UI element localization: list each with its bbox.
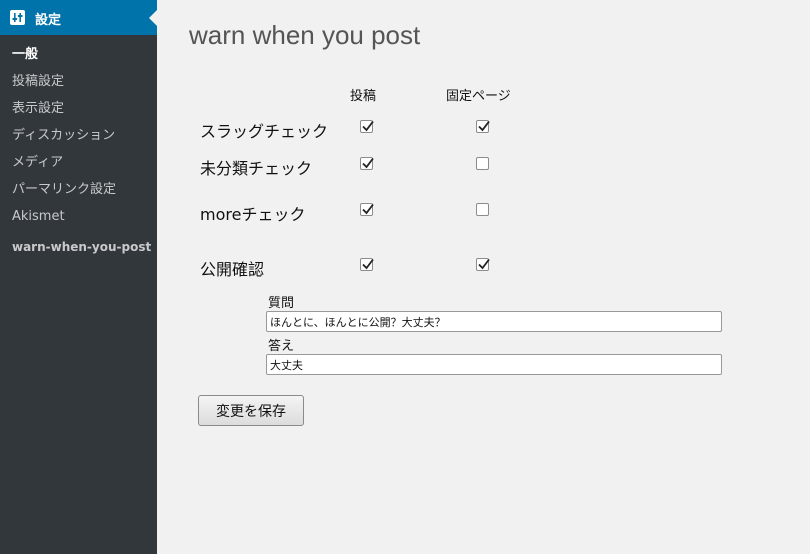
check-icon — [362, 120, 374, 132]
column-header-page: 固定ページ — [446, 89, 511, 104]
check-icon — [362, 203, 374, 215]
settings-submenu: 一般 投稿設定 表示設定 ディスカッション メディア パーマリンク設定 Akis… — [0, 44, 157, 233]
page-title: warn when you post — [189, 20, 421, 50]
question-label: 質問 — [268, 296, 295, 311]
submenu-item-warn-when-you-post[interactable]: warn-when-you-post — [12, 240, 151, 254]
row-label-uncategorized-check: 未分類チェック — [200, 159, 313, 178]
column-header-post: 投稿 — [350, 89, 377, 104]
publish-confirm-page-checkbox[interactable] — [476, 258, 490, 271]
admin-sidebar: 設定 一般 投稿設定 表示設定 ディスカッション メディア パーマリンク設定 A… — [0, 0, 157, 554]
uncategorized-check-page-checkbox[interactable] — [476, 157, 489, 170]
check-icon — [362, 157, 374, 169]
settings-menu-label: 設定 — [35, 13, 62, 28]
row-label-publish-confirm: 公開確認 — [200, 260, 265, 279]
submenu-item-reading[interactable]: 表示設定 — [0, 98, 157, 125]
answer-input[interactable] — [266, 354, 722, 375]
current-menu-arrow — [149, 10, 157, 26]
answer-label: 答え — [268, 339, 295, 354]
submenu-item-discussion[interactable]: ディスカッション — [0, 125, 157, 152]
save-changes-button[interactable]: 変更を保存 — [198, 395, 304, 426]
slug-check-post-checkbox[interactable] — [360, 120, 374, 133]
slug-check-page-checkbox[interactable] — [476, 120, 490, 133]
check-icon — [362, 258, 374, 270]
uncategorized-check-post-checkbox[interactable] — [360, 157, 374, 170]
submenu-item-general[interactable]: 一般 — [0, 44, 157, 71]
check-icon — [478, 258, 490, 270]
more-check-page-checkbox[interactable] — [476, 203, 489, 216]
submenu-item-media[interactable]: メディア — [0, 152, 157, 179]
publish-confirm-post-checkbox[interactable] — [360, 258, 374, 271]
check-icon — [478, 120, 490, 132]
row-label-slug-check: スラッグチェック — [200, 122, 329, 141]
more-check-post-checkbox[interactable] — [360, 203, 374, 216]
question-input[interactable] — [266, 311, 722, 332]
row-label-more-check: moreチェック — [200, 205, 306, 224]
settings-menu-header[interactable]: 設定 — [0, 0, 157, 35]
submenu-item-permalinks[interactable]: パーマリンク設定 — [0, 179, 157, 206]
submenu-item-writing[interactable]: 投稿設定 — [0, 71, 157, 98]
submenu-item-akismet[interactable]: Akismet — [0, 206, 157, 233]
settings-sliders-icon — [10, 10, 25, 25]
